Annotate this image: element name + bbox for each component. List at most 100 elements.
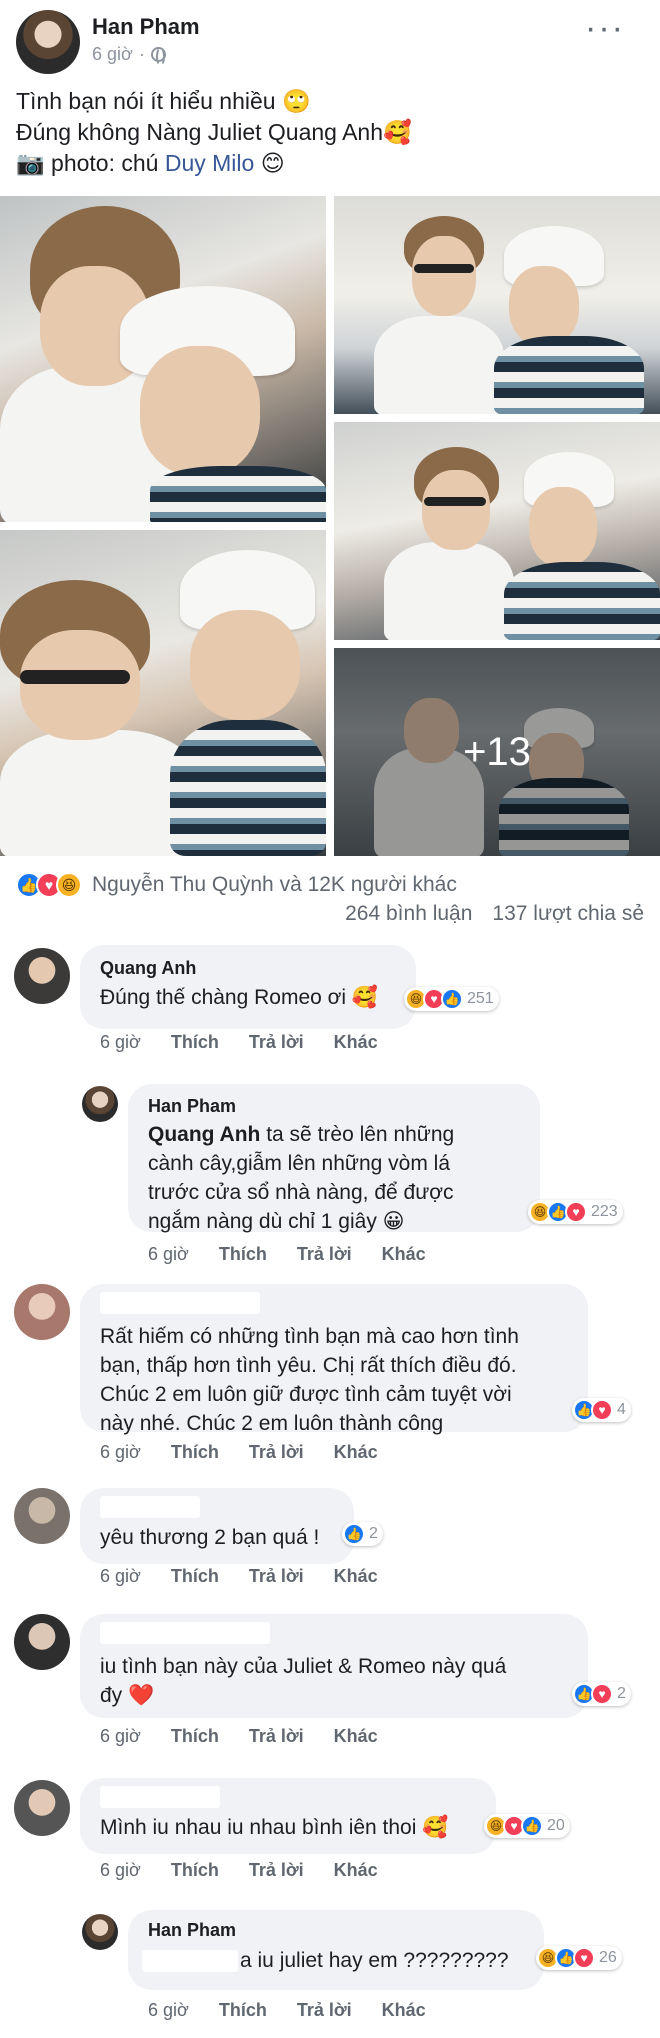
comment-reactions[interactable]: 😆 👍 ♥ 26: [536, 1946, 622, 1970]
post-time[interactable]: 6 giờ: [92, 44, 133, 65]
comment-text: Đúng thế chàng Romeo ơi 🥰: [100, 983, 378, 1012]
like-button[interactable]: Thích: [219, 1244, 267, 1264]
photo-credit-prefix: 📷 photo: chú: [16, 150, 165, 176]
figure-face-2: [140, 346, 260, 476]
photo-credit-line: 📷 photo: chú Duy Milo 😊: [16, 148, 646, 179]
like-button[interactable]: Thích: [171, 1566, 219, 1586]
photo-1[interactable]: [0, 196, 326, 522]
like-reaction-icon: 👍: [343, 1523, 365, 1545]
comment-reactions[interactable]: 👍 2: [342, 1522, 383, 1546]
comment-time: 6 giờ: [100, 1566, 141, 1586]
share-count[interactable]: 137 lượt chia sẻ: [492, 902, 644, 925]
commenter-avatar[interactable]: [14, 1488, 70, 1544]
comment-line-text: đy: [100, 1684, 123, 1707]
more-button[interactable]: Khác: [334, 1726, 378, 1746]
comment-actions: 6 giờ Thích Trả lời Khác: [148, 1244, 456, 1265]
comment-text: Rất hiếm có những tình bạn mà cao hơn tì…: [100, 1322, 519, 1438]
more-button[interactable]: Khác: [334, 1566, 378, 1586]
comment-actions: 6 giờ Thích Trả lời Khác: [100, 1032, 408, 1053]
comment-line: iu tình bạn này của Juliet & Romeo này q…: [100, 1655, 507, 1678]
comment-line: Mình iu nhau iu nhau bình iên thoi 🥰: [100, 1816, 449, 1839]
comment-line: cành cây,giẫm lên những vòm lá: [148, 1152, 450, 1175]
comment-time: 6 giờ: [100, 1032, 141, 1052]
more-button[interactable]: Khác: [334, 1032, 378, 1052]
photo-5[interactable]: +13: [334, 648, 660, 856]
commenter-avatar[interactable]: [14, 948, 70, 1004]
post-meta: 6 giờ ·: [92, 44, 166, 66]
more-photos-count[interactable]: +13: [334, 648, 660, 856]
comment-count[interactable]: 264 bình luận: [345, 902, 472, 925]
author-name[interactable]: Han Pham: [92, 14, 200, 40]
commenter-avatar[interactable]: [14, 1614, 70, 1670]
photo-2[interactable]: [334, 196, 660, 414]
comment-line: Quang Anh ta sẽ trèo lên những: [148, 1120, 454, 1149]
globe-icon: [150, 47, 166, 66]
photo-4[interactable]: [0, 530, 326, 856]
figure-shirt-2: [494, 336, 644, 414]
comment-line: trước cửa sổ nhà nàng, để được: [148, 1181, 454, 1204]
redacted-name: [142, 1950, 238, 1972]
like-button[interactable]: Thích: [171, 1032, 219, 1052]
more-button[interactable]: Khác: [334, 1860, 378, 1880]
comment-text: a iu juliet hay em ?????????: [240, 1946, 509, 1975]
reply-button[interactable]: Trả lời: [249, 1442, 304, 1462]
more-button[interactable]: Khác: [382, 1244, 426, 1264]
like-button[interactable]: Thích: [171, 1442, 219, 1462]
like-reaction-icon: 👍: [441, 988, 463, 1010]
reply-button[interactable]: Trả lời: [249, 1566, 304, 1586]
comment-reactions[interactable]: 😆 👍 ♥ 223: [528, 1200, 623, 1224]
comment-text: yêu thương 2 bạn quá !: [100, 1523, 319, 1552]
reply-button[interactable]: Trả lời: [249, 1726, 304, 1746]
more-options-icon[interactable]: ···: [585, 11, 625, 45]
author-avatar[interactable]: [16, 10, 80, 74]
comment-line: a iu juliet hay em ?????????: [240, 1949, 509, 1972]
comment-time: 6 giờ: [100, 1442, 141, 1462]
sunglasses: [414, 264, 474, 273]
mention-link[interactable]: Quang Anh: [148, 1123, 260, 1146]
figure-face: [412, 236, 476, 316]
like-button[interactable]: Thích: [171, 1860, 219, 1880]
heart-emoji: ❤️: [128, 1684, 155, 1707]
comment-line-text: ta sẽ trèo lên những: [260, 1123, 455, 1146]
more-button[interactable]: Khác: [334, 1442, 378, 1462]
comment-time: 6 giờ: [148, 2000, 189, 2020]
comment-text: Mình iu nhau iu nhau bình iên thoi 🥰: [100, 1813, 448, 1842]
comment-reactions[interactable]: 😆 ♥ 👍 20: [484, 1814, 570, 1838]
like-button[interactable]: Thích: [171, 1726, 219, 1746]
comment-reactions[interactable]: 👍 ♥ 2: [572, 1682, 631, 1706]
comment-line: bạn, thấp hơn tình yêu. Chị rất thích đi…: [100, 1354, 517, 1377]
figure-shirt-2: [150, 466, 326, 522]
like-reaction-icon: 👍: [521, 1815, 543, 1837]
reply-button[interactable]: Trả lời: [297, 2000, 352, 2020]
sunglasses: [424, 497, 486, 506]
reply-button[interactable]: Trả lời: [249, 1032, 304, 1052]
commenter-name[interactable]: Han Pham: [148, 1096, 236, 1117]
post-line-2: Đúng không Nàng Juliet Quang Anh🥰: [16, 119, 412, 145]
commenter-name[interactable]: Quang Anh: [100, 958, 196, 979]
reactors-text[interactable]: Nguyễn Thu Quỳnh và 12K người khác: [92, 873, 457, 897]
figure-shirt: [374, 316, 504, 414]
commenter-avatar[interactable]: [14, 1780, 70, 1836]
commenter-avatar[interactable]: [82, 1914, 118, 1950]
reply-button[interactable]: Trả lời: [297, 1244, 352, 1264]
reaction-count: 251: [467, 990, 494, 1007]
haha-reaction-icon: 😆: [56, 872, 82, 898]
comment-reactions[interactable]: 😆 ♥ 👍 251: [404, 987, 499, 1011]
sunglasses: [20, 670, 130, 684]
engagement-counts: 264 bình luận 137 lượt chia sẻ: [345, 902, 644, 926]
reply-button[interactable]: Trả lời: [249, 1860, 304, 1880]
love-reaction-icon: ♥: [565, 1201, 587, 1223]
like-button[interactable]: Thích: [219, 2000, 267, 2020]
commenter-name[interactable]: Han Pham: [148, 1920, 236, 1941]
comment-reactions[interactable]: 👍 ♥ 4: [572, 1398, 631, 1422]
photo-credit-suffix: 😊: [254, 150, 285, 176]
comment-actions: 6 giờ Thích Trả lời Khác: [100, 1860, 408, 1881]
photo-credit-link[interactable]: Duy Milo: [165, 150, 254, 176]
comment-actions: 6 giờ Thích Trả lời Khác: [100, 1566, 408, 1587]
commenter-avatar[interactable]: [82, 1086, 118, 1122]
photo-3[interactable]: [334, 422, 660, 640]
commenter-avatar[interactable]: [14, 1284, 70, 1340]
more-button[interactable]: Khác: [382, 2000, 426, 2020]
reaction-count: 20: [547, 1817, 565, 1834]
reactions-summary[interactable]: 👍 ♥ 😆 Nguyễn Thu Quỳnh và 12K người khác: [16, 870, 457, 900]
